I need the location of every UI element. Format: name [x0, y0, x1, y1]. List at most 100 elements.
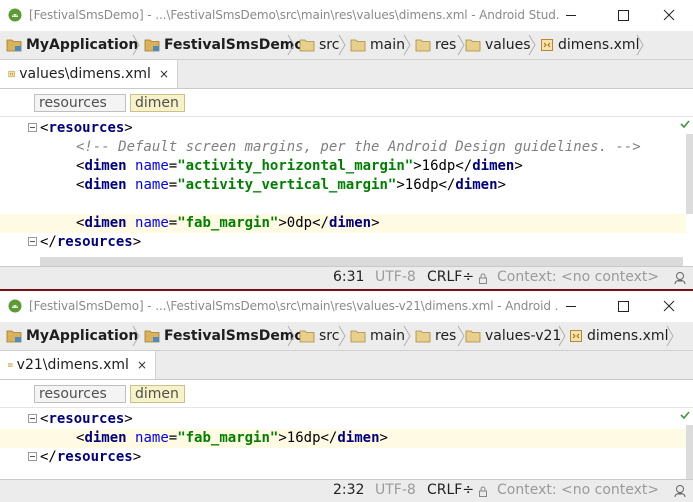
xml-file-icon	[8, 363, 13, 367]
chevron-right-icon	[287, 34, 295, 56]
check-icon	[680, 120, 690, 128]
breadcrumb-res[interactable]: res	[415, 322, 456, 350]
context-info[interactable]: Context: <no context>	[497, 269, 659, 285]
breadcrumb-project[interactable]: MyApplication	[6, 322, 138, 350]
folder-icon	[465, 330, 481, 343]
horizontal-scrollbar[interactable]	[40, 257, 683, 266]
chevron-right-icon	[403, 325, 411, 347]
check-icon	[680, 411, 690, 419]
android-studio-icon	[8, 8, 22, 22]
chevron-right-icon	[636, 34, 644, 56]
module-folder-icon	[144, 39, 160, 52]
code-line[interactable]: </resources>	[0, 448, 686, 467]
navigation-bar: MyApplication FestivalSmsDemo src main r…	[0, 31, 693, 60]
breadcrumb-values-v21[interactable]: values-v21	[465, 322, 561, 350]
caret-position[interactable]: 2:32	[333, 482, 364, 498]
code-line[interactable]: <resources>	[0, 119, 686, 138]
context-info[interactable]: Context: <no context>	[497, 482, 659, 498]
maximize-button[interactable]	[600, 4, 646, 26]
breadcrumb-src[interactable]: src	[299, 31, 339, 59]
window-title: [FestivalSmsDemo] - ...\FestivalSmsDemo\…	[29, 299, 559, 313]
chevron-right-icon	[338, 325, 346, 347]
folder-icon	[299, 330, 315, 343]
xml-file-icon	[570, 330, 582, 342]
xml-breadcrumb-bar: resources dimen	[0, 89, 693, 117]
title-bar[interactable]: [FestivalSmsDemo] - ...\FestivalSmsDemo\…	[0, 0, 693, 31]
breadcrumb-src[interactable]: src	[299, 322, 339, 350]
code-line[interactable]: </resources>	[0, 233, 686, 252]
editor-tab-bar: values\dimens.xml ×	[0, 60, 693, 89]
breadcrumb-res[interactable]: res	[415, 31, 456, 59]
window-title: [FestivalSmsDemo] - ...\FestivalSmsDemo\…	[29, 8, 559, 22]
editor-window-values: [FestivalSmsDemo] - ...\FestivalSmsDemo\…	[0, 0, 693, 289]
code-line[interactable]: <dimen name="activity_vertical_margin">1…	[0, 176, 686, 195]
folder-icon	[415, 330, 431, 343]
breadcrumb-main[interactable]: main	[350, 31, 405, 59]
code-line-current[interactable]: <dimen name="fab_margin">16dp</dimen>	[0, 429, 686, 448]
vertical-scrollbar[interactable]	[686, 134, 693, 214]
breadcrumb-module[interactable]: FestivalSmsDemo	[144, 322, 304, 350]
xml-file-icon	[8, 70, 15, 78]
minimize-button[interactable]	[548, 4, 594, 26]
lock-icon[interactable]	[478, 273, 488, 284]
inspector-icon[interactable]	[673, 271, 687, 285]
module-folder-icon	[6, 39, 22, 52]
chevron-right-icon	[132, 325, 140, 347]
code-editor[interactable]: resources dimen <resources> <dimen name=…	[0, 380, 693, 479]
code-editor[interactable]: resources dimen <resources> <!-- Default…	[0, 89, 693, 266]
breadcrumb-project[interactable]: MyApplication	[6, 31, 138, 59]
chevron-right-icon	[666, 325, 674, 347]
xml-breadcrumb-dimen[interactable]: dimen	[130, 94, 185, 112]
folder-icon	[299, 39, 315, 52]
status-bar: 2:32 UTF-8 CRLF÷ Context: <no context>	[0, 479, 693, 502]
navigation-bar: MyApplication FestivalSmsDemo src main r…	[0, 322, 693, 351]
xml-breadcrumb-dimen[interactable]: dimen	[130, 385, 185, 403]
breadcrumb-file[interactable]: dimens.xml	[569, 322, 668, 350]
editor-window-values-v21: [FestivalSmsDemo] - ...\FestivalSmsDemo\…	[0, 291, 693, 502]
line-separator[interactable]: CRLF÷	[427, 482, 474, 498]
file-encoding[interactable]: UTF-8	[375, 269, 416, 285]
folder-icon	[415, 39, 431, 52]
maximize-button[interactable]	[600, 295, 646, 317]
minimize-button[interactable]	[548, 295, 594, 317]
xml-breadcrumb-resources[interactable]: resources	[34, 385, 126, 403]
chevron-right-icon	[287, 325, 295, 347]
code-line[interactable]	[0, 195, 686, 214]
folder-icon	[350, 330, 366, 343]
breadcrumb-main[interactable]: main	[350, 322, 405, 350]
vertical-scrollbar[interactable]	[686, 425, 693, 479]
xml-breadcrumb-resources[interactable]: resources	[34, 94, 126, 112]
folder-icon	[350, 39, 366, 52]
inspector-icon[interactable]	[673, 484, 687, 498]
module-folder-icon	[144, 330, 160, 343]
chevron-right-icon	[528, 34, 536, 56]
xml-file-icon	[541, 39, 553, 51]
close-button[interactable]	[646, 4, 692, 26]
close-button[interactable]	[646, 295, 692, 317]
breadcrumb-file[interactable]: dimens.xml	[540, 31, 639, 59]
code-line[interactable]: <dimen name="activity_horizontal_margin"…	[0, 157, 686, 176]
module-folder-icon	[6, 330, 22, 343]
folder-icon	[465, 39, 481, 52]
caret-position[interactable]: 6:31	[333, 269, 364, 285]
tab-values-dimens[interactable]: values\dimens.xml ×	[0, 60, 178, 88]
editor-tab-bar: v21\dimens.xml ×	[0, 351, 693, 380]
chevron-right-icon	[403, 34, 411, 56]
title-bar[interactable]: [FestivalSmsDemo] - ...\FestivalSmsDemo\…	[0, 291, 693, 322]
android-studio-icon	[8, 299, 22, 313]
chevron-right-icon	[558, 325, 566, 347]
code-line[interactable]: <!-- Default screen margins, per the And…	[0, 138, 686, 157]
code-line[interactable]: <resources>	[0, 410, 686, 429]
line-separator[interactable]: CRLF÷	[427, 269, 474, 285]
file-encoding[interactable]: UTF-8	[375, 482, 416, 498]
tab-v21-dimens[interactable]: v21\dimens.xml ×	[0, 351, 156, 379]
chevron-right-icon	[132, 34, 140, 56]
xml-breadcrumb-bar: resources dimen	[0, 380, 693, 408]
close-tab-icon[interactable]: ×	[137, 358, 147, 372]
status-bar: 6:31 UTF-8 CRLF÷ Context: <no context>	[0, 266, 693, 289]
breadcrumb-values[interactable]: values	[465, 31, 531, 59]
close-tab-icon[interactable]: ×	[159, 67, 169, 81]
breadcrumb-module[interactable]: FestivalSmsDemo	[144, 31, 304, 59]
lock-icon[interactable]	[478, 486, 488, 497]
code-line-current[interactable]: <dimen name="fab_margin">0dp</dimen>	[0, 214, 686, 233]
